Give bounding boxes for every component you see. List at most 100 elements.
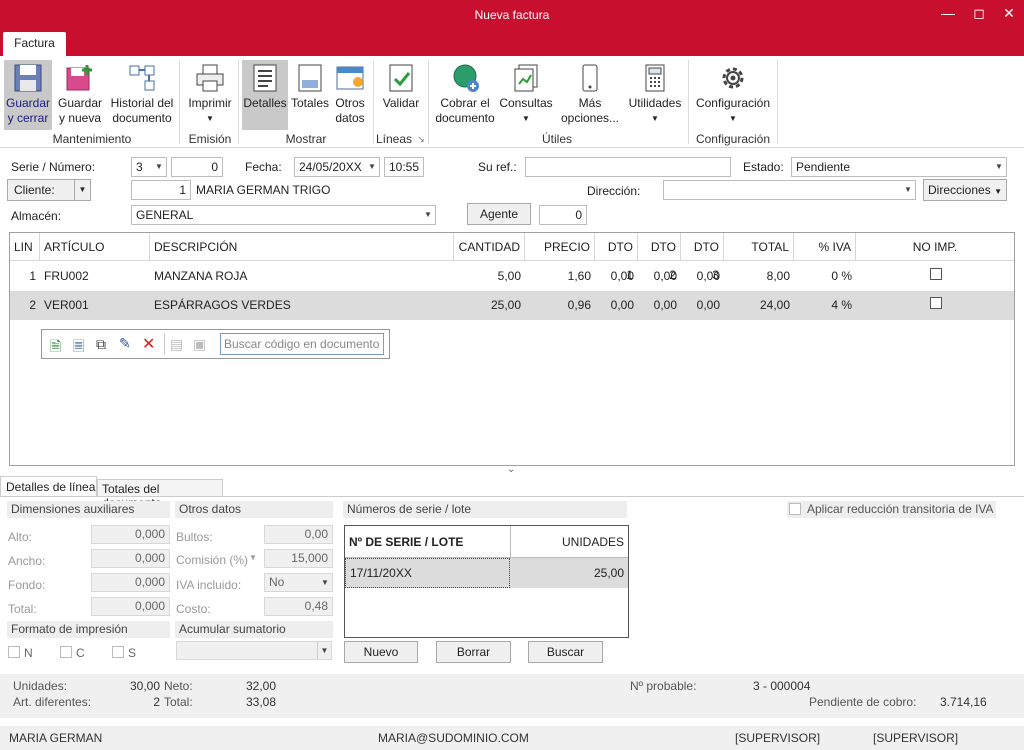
no-imp-checkbox[interactable]	[930, 268, 942, 280]
comision-dropdown-icon[interactable]: ▼	[249, 553, 257, 562]
unidades-col-header[interactable]: UNIDADES	[511, 526, 628, 558]
coste-field[interactable]: 0,48	[264, 597, 333, 616]
configuration-button[interactable]: Configuración ▼	[694, 60, 772, 126]
new-line-icon[interactable]: 🗎	[50, 336, 61, 360]
cliente-button[interactable]: Cliente: ▼	[7, 179, 91, 201]
details-button[interactable]: Detalles	[242, 60, 288, 130]
borrar-button[interactable]: Borrar	[436, 641, 511, 663]
agente-button[interactable]: Agente	[467, 203, 531, 225]
copy-line-icon[interactable]: ⧉	[96, 336, 106, 353]
serie-select[interactable]: 3 ▼	[131, 157, 167, 177]
col-header-descripcion[interactable]: DESCRIPCIÓN	[150, 233, 454, 261]
fondo-field[interactable]: 0,000	[91, 573, 170, 592]
minimize-button[interactable]: —	[935, 2, 961, 26]
group-separator	[238, 60, 239, 144]
table-row[interactable]: 2 VER001 ESPÁRRAGOS VERDES 25,00 0,96 0,…	[10, 291, 1014, 320]
table-row[interactable]: 1 FRU002 MANZANA ROJA 5,00 1,60 0,00 0,0…	[10, 262, 1014, 291]
collect-button[interactable]: Cobrar el documento	[433, 60, 497, 126]
formato-n-checkbox[interactable]	[8, 646, 20, 658]
col-header-lin[interactable]: LIN	[10, 233, 40, 261]
estado-select[interactable]: Pendiente ▼	[791, 157, 1007, 177]
almacen-select[interactable]: GENERAL ▼	[131, 205, 436, 225]
more-options-button[interactable]: Más opciones...	[557, 60, 623, 126]
save-new-button[interactable]: Guardar y nueva	[55, 60, 105, 126]
status-bar: MARIA GERMAN MARIA@SUDOMINIO.COM [SUPERV…	[0, 726, 1024, 750]
col-header-dto2[interactable]: DTO 2	[638, 233, 681, 282]
total-dim-field[interactable]: 0,000	[91, 597, 170, 616]
direcciones-button[interactable]: Direcciones ▼	[923, 179, 1007, 201]
iva-incluido-select[interactable]: No ▼	[264, 573, 333, 592]
direccion-label: Dirección:	[587, 184, 641, 198]
buscar-button[interactable]: Buscar	[528, 641, 603, 663]
totals-button[interactable]: Totales	[290, 60, 330, 111]
suref-field[interactable]	[525, 157, 731, 177]
series-col-header[interactable]: Nº DE SERIE / LOTE	[345, 526, 511, 558]
splitter-chevron-icon[interactable]: ⌄	[507, 464, 515, 475]
queries-button[interactable]: Consultas ▼	[499, 60, 553, 126]
utilities-dropdown-icon: ▼	[651, 114, 659, 123]
close-button[interactable]: ✕	[996, 2, 1022, 26]
phone-icon	[582, 64, 598, 92]
comision-field[interactable]: 15,000	[264, 549, 333, 568]
coste-label: Costo:	[176, 602, 211, 616]
col-header-total[interactable]: TOTAL	[724, 233, 794, 261]
agente-field[interactable]: 0	[539, 205, 587, 225]
col-header-iva[interactable]: % IVA	[794, 233, 856, 261]
estado-value: Pendiente	[796, 160, 851, 174]
search-code-input[interactable]: Buscar código en documento	[220, 333, 384, 355]
ancho-field[interactable]: 0,000	[91, 549, 170, 568]
edit-line-icon[interactable]: ✎	[119, 335, 131, 352]
status-user: MARIA GERMAN	[9, 731, 103, 745]
insert-line-icon[interactable]: 🗏	[73, 336, 84, 360]
formato-s-label: S	[128, 646, 137, 660]
reduccion-iva-checkbox[interactable]	[789, 503, 801, 515]
group-label-mantenimiento: Mantenimiento	[52, 132, 132, 146]
col-header-articulo[interactable]: ARTÍCULO	[40, 233, 150, 261]
section-otros-datos: Otros datos	[175, 501, 333, 518]
tab-totales-documento[interactable]: Totales del documento	[97, 479, 223, 510]
col-header-cantidad[interactable]: CANTIDAD	[454, 233, 525, 261]
tab-factura[interactable]: Factura	[3, 32, 66, 56]
lineas-expand-icon[interactable]: ↘	[415, 134, 427, 145]
hora-field[interactable]: 10:55	[384, 157, 424, 177]
formato-s-checkbox[interactable]	[112, 646, 124, 658]
col-header-dto1[interactable]: DTO 1	[595, 233, 638, 282]
direccion-select[interactable]: ▼	[663, 180, 916, 200]
no-imp-checkbox[interactable]	[930, 297, 942, 309]
group-label-configuracion: Configuración	[695, 132, 771, 146]
nuevo-button[interactable]: Nuevo	[344, 641, 418, 663]
print-button[interactable]: Imprimir ▼	[186, 60, 234, 126]
reduccion-iva-option[interactable]: Aplicar reducción transitoria de IVA	[787, 501, 996, 518]
suref-label: Su ref.:	[478, 160, 517, 174]
utilities-button[interactable]: Utilidades ▼	[627, 60, 683, 126]
configuration-label: Configuración	[695, 96, 771, 110]
table-row[interactable]: 17/11/20XX 25,00	[345, 558, 628, 588]
col-header-dto3[interactable]: DTO 3	[681, 233, 724, 282]
acumular-select[interactable]: ▼	[176, 641, 332, 660]
save-close-button[interactable]: Guardar y cerrar	[4, 60, 52, 130]
pendiente-label: Pendiente de cobro:	[809, 695, 917, 709]
ribbon-tab-strip: Factura	[0, 32, 1024, 56]
group-label-lineas: Líneas	[376, 132, 413, 146]
fecha-field[interactable]: 24/05/20XX ▼	[294, 157, 380, 177]
validate-button[interactable]: Validar	[380, 60, 422, 111]
history-button[interactable]: Historial del documento	[108, 60, 176, 126]
other-data-button[interactable]: Otros datos	[332, 60, 368, 126]
alto-field[interactable]: 0,000	[91, 525, 170, 544]
col-header-precio[interactable]: PRECIO	[525, 233, 595, 261]
grid-toolbar: 🗎 🗏 ⧉ ✎ ✕ ▤ ▣ Buscar código en documento	[41, 329, 390, 359]
alto-label: Alto:	[8, 530, 33, 544]
tab-detalles-linea[interactable]: Detalles de línea	[0, 476, 97, 497]
section-formato: Formato de impresión	[7, 621, 170, 638]
fondo-label: Fondo:	[8, 578, 46, 592]
formato-c-checkbox[interactable]	[60, 646, 72, 658]
window-title: Nueva factura	[474, 8, 550, 22]
validate-icon	[389, 64, 413, 92]
bultos-field[interactable]: 0,00	[264, 525, 333, 544]
delete-line-icon[interactable]: ✕	[142, 334, 155, 354]
history-icon	[129, 65, 155, 91]
numero-field[interactable]: 0	[171, 157, 223, 177]
col-header-no-imp[interactable]: NO IMP.	[856, 233, 1014, 261]
maximize-button[interactable]: ◻	[966, 2, 992, 26]
cliente-codigo-field[interactable]: 1	[131, 180, 191, 200]
